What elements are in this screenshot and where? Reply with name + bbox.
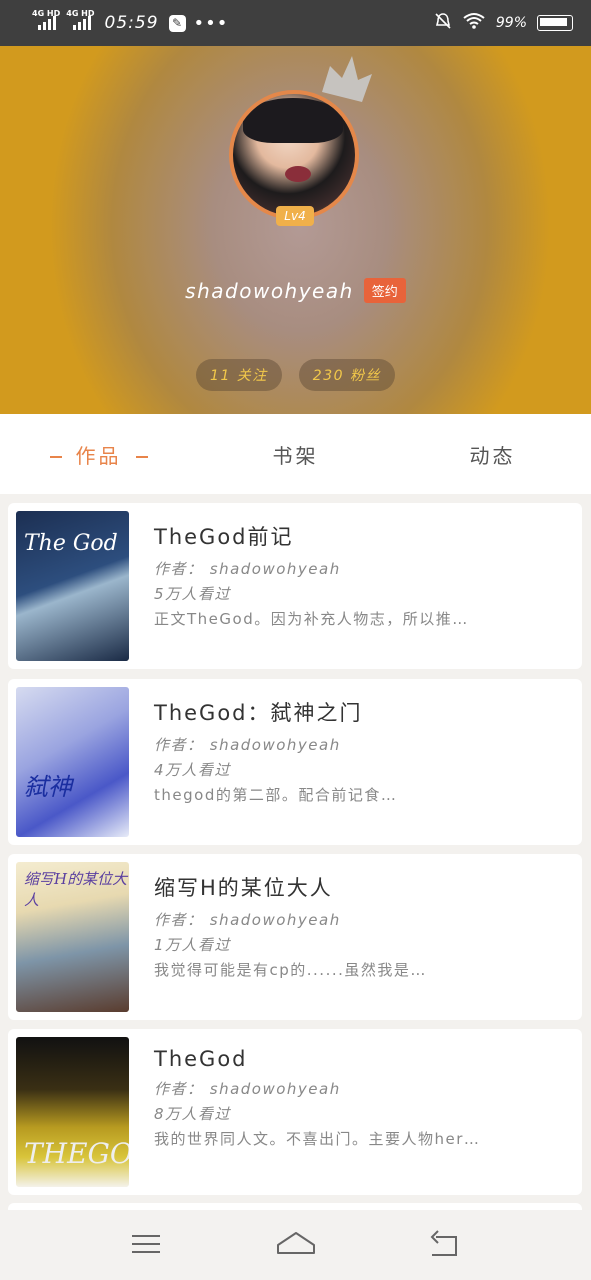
pen-icon: ✎ [168, 14, 186, 32]
crown-icon [316, 52, 376, 106]
menu-icon[interactable] [126, 1225, 166, 1265]
work-description: thegod的第二部。配合前记食… [154, 786, 398, 804]
tab-activity[interactable]: 动态 [394, 440, 591, 469]
work-title: 缩写H的某位大人 [154, 876, 333, 900]
signal-icon: 4G HD [32, 9, 60, 30]
following-button[interactable]: 11 关注 [196, 359, 282, 391]
work-author: 作者： shadowohyeah [154, 1080, 341, 1098]
work-card[interactable]: The God TheGod前记 作者： shadowohyeah 5万人看过 … [8, 503, 582, 669]
tab-works-label: 作品 [75, 443, 122, 468]
book-cover: The God [16, 511, 129, 661]
mute-bell-icon [434, 12, 452, 35]
book-cover: 弑神 [16, 687, 129, 837]
level-badge: Lv4 [276, 206, 314, 226]
followers-button[interactable]: 230 粉丝 [298, 359, 395, 391]
follow-stats: 11 关注 230 粉丝 [0, 359, 591, 391]
work-views: 5万人看过 [154, 585, 232, 603]
profile-header: Lv4 shadowohyeah 签约 11 关注 230 粉丝 [0, 46, 591, 414]
work-card[interactable]: 缩写H的某位大人 缩写H的某位大人 作者： shadowohyeah 1万人看过… [8, 854, 582, 1020]
username-row: shadowohyeah 签约 [0, 278, 591, 303]
home-icon[interactable] [276, 1225, 316, 1265]
signed-badge: 签约 [363, 278, 406, 303]
profile-tabs: 作品 书架 动态 [0, 414, 591, 494]
system-nav-bar [0, 1210, 591, 1280]
cover-title: 缩写H的某位大人 [24, 870, 128, 909]
signal-icon-2: 4G HD [66, 9, 95, 30]
work-views: 1万人看过 [154, 936, 232, 954]
cover-title: THEGOD [24, 1137, 129, 1170]
tab-works[interactable]: 作品 [0, 440, 197, 469]
work-card[interactable]: 弑神 TheGod：弑神之门 作者： shadowohyeah 4万人看过 th… [8, 679, 582, 845]
book-cover: 缩写H的某位大人 [16, 862, 129, 1012]
avatar[interactable] [229, 90, 359, 220]
work-author: 作者： shadowohyeah [154, 911, 341, 929]
clock: 05:59 [104, 13, 159, 33]
username: shadowohyeah [185, 278, 354, 303]
work-description: 正文TheGod。因为补充人物志，所以推… [154, 610, 469, 628]
wifi-icon [462, 12, 486, 35]
sim2-label: 4G HD [66, 9, 95, 18]
tab-bookshelf[interactable]: 书架 [197, 440, 394, 469]
tab-activity-label: 动态 [469, 443, 516, 468]
cover-title: The God [24, 531, 118, 556]
work-description: 我觉得可能是有cp的......虽然我是… [154, 961, 427, 979]
back-icon[interactable] [426, 1225, 466, 1265]
tab-bookshelf-label: 书架 [272, 443, 319, 468]
work-author: 作者： shadowohyeah [154, 560, 341, 578]
sim1-label: 4G HD [32, 9, 61, 18]
status-bar: 4G HD 4G HD 05:59 ✎ ••• 99% [0, 0, 591, 46]
work-title: TheGod：弑神之门 [154, 701, 363, 725]
cover-title: 弑神 [24, 773, 72, 801]
book-cover: THEGOD [16, 1037, 129, 1187]
work-title: TheGod前记 [154, 525, 294, 549]
battery-percent: 99% [495, 15, 527, 31]
work-description: 我的世界同人文。不喜出门。主要人物her… [154, 1130, 481, 1148]
more-notifications-icon: ••• [193, 12, 229, 34]
battery-icon [537, 15, 573, 31]
work-title: TheGod [154, 1047, 248, 1071]
work-views: 4万人看过 [154, 761, 232, 779]
work-author: 作者： shadowohyeah [154, 736, 341, 754]
work-card[interactable]: THEGOD TheGod 作者： shadowohyeah 8万人看过 我的世… [8, 1029, 582, 1195]
work-views: 8万人看过 [154, 1105, 232, 1123]
